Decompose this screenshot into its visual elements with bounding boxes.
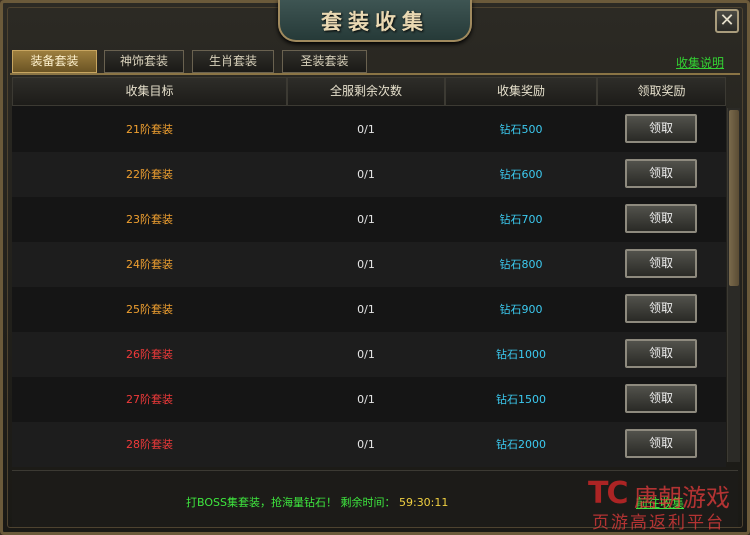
time-label: 剩余时间：	[340, 496, 396, 509]
table-row: 26阶套装 0/1 钻石1000 领取	[12, 332, 726, 377]
remaining-cell: 0/1	[357, 438, 375, 451]
goal-cell: 26阶套装	[126, 348, 173, 361]
table-row: 27阶套装 0/1 钻石1500 领取	[12, 377, 726, 422]
reward-cell: 钻石900	[499, 303, 543, 316]
table-row: 28阶套装 0/1 钻石2000 领取	[12, 422, 726, 467]
close-button[interactable]: ✕	[715, 9, 739, 33]
remaining-cell: 0/1	[357, 213, 375, 226]
footer-message: 打BOSS集套装，抢海量钻石！ 剩余时间： 59:30:11	[186, 494, 448, 510]
goal-cell: 27阶套装	[126, 393, 173, 406]
reward-cell: 钻石2000	[496, 438, 546, 451]
remaining-cell: 0/1	[357, 123, 375, 136]
claim-button[interactable]: 领取	[625, 159, 697, 188]
reward-cell: 钻石1000	[496, 348, 546, 361]
column-header-reward: 收集奖励	[445, 77, 597, 106]
reward-cell: 钻石800	[499, 258, 543, 271]
column-header-remaining: 全服剩余次数	[287, 77, 445, 106]
table-row: 24阶套装 0/1 钻石800 领取	[12, 242, 726, 287]
table-row: 22阶套装 0/1 钻石600 领取	[12, 152, 726, 197]
remaining-cell: 0/1	[357, 168, 375, 181]
table-row: 23阶套装 0/1 钻石700 领取	[12, 197, 726, 242]
reward-cell: 钻石700	[499, 213, 543, 226]
column-header-goal: 收集目标	[12, 77, 287, 106]
claim-button[interactable]: 领取	[625, 339, 697, 368]
dialog-title: 套装收集	[321, 9, 429, 34]
goal-cell: 22阶套装	[126, 168, 173, 181]
remaining-cell: 0/1	[357, 258, 375, 271]
countdown-timer: 59:30:11	[398, 496, 449, 509]
remaining-cell: 0/1	[357, 348, 375, 361]
goto-collect-link[interactable]: 前往收集	[636, 494, 684, 511]
claim-button[interactable]: 领取	[625, 429, 697, 458]
reward-cell: 钻石1500	[496, 393, 546, 406]
goal-cell: 24阶套装	[126, 258, 173, 271]
goal-cell: 23阶套装	[126, 213, 173, 226]
table-row: 21阶套装 0/1 钻石500 领取	[12, 107, 726, 152]
tab-equipment-set[interactable]: 装备套装	[12, 50, 97, 73]
reward-cell: 钻石600	[499, 168, 543, 181]
table-row: 25阶套装 0/1 钻石900 领取	[12, 287, 726, 332]
remaining-cell: 0/1	[357, 303, 375, 316]
tab-holy-set[interactable]: 圣装套装	[282, 50, 367, 73]
tab-ornament-set[interactable]: 神饰套装	[104, 50, 184, 73]
vertical-scrollbar[interactable]	[727, 108, 740, 462]
claim-button[interactable]: 领取	[625, 294, 697, 323]
goal-cell: 21阶套装	[126, 123, 173, 136]
claim-button[interactable]: 领取	[625, 249, 697, 278]
goal-cell: 25阶套装	[126, 303, 173, 316]
scrollbar-thumb[interactable]	[729, 110, 739, 286]
help-link[interactable]: 收集说明	[676, 54, 724, 71]
claim-button[interactable]: 领取	[625, 204, 697, 233]
reward-cell: 钻石500	[499, 123, 543, 136]
title-plate: 套装收集	[278, 0, 472, 42]
claim-button[interactable]: 领取	[625, 114, 697, 143]
tab-divider	[10, 73, 740, 75]
tab-zodiac-set[interactable]: 生肖套装	[192, 50, 274, 73]
column-header-claim: 领取奖励	[597, 77, 726, 106]
goal-cell: 28阶套装	[126, 438, 173, 451]
remaining-cell: 0/1	[357, 393, 375, 406]
claim-button[interactable]: 领取	[625, 384, 697, 413]
promo-text: 打BOSS集套装，抢海量钻石！	[186, 496, 337, 509]
